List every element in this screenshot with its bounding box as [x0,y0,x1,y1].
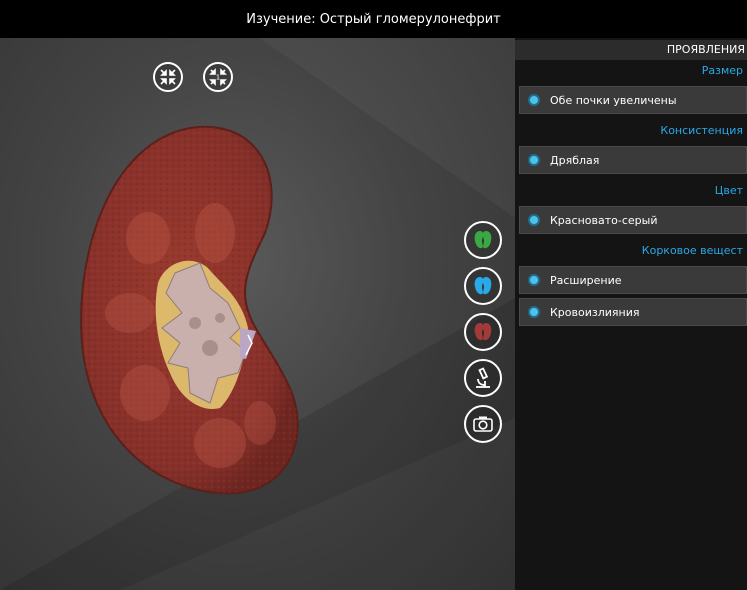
microscope-button[interactable] [464,359,502,397]
bullet-icon [530,276,538,284]
manifestation-label: Дряблая [550,153,600,167]
manifestation-label: Красновато-серый [550,213,658,227]
category-color: Цвет [714,184,743,197]
bullet-icon [530,96,538,104]
fit-view-1-icon: 1 [209,68,227,86]
bullet-icon [530,216,538,224]
manifestations-panel: ПРОЯВЛЕНИЯ Размер Обе почки увеличены Ко… [515,38,747,590]
manifestation-item[interactable]: Кровоизлияния [519,298,747,326]
manifestation-label: Обе почки увеличены [550,93,677,107]
kidney-green-icon [474,231,492,249]
fit-view-1-badge: 1 [216,74,220,82]
kidney-green-button[interactable] [464,221,502,259]
panel-header: ПРОЯВЛЕНИЯ [515,40,747,60]
page-title: Изучение: Острый гломерулонефрит [246,11,501,27]
fit-view-1-button[interactable]: 1 [203,62,233,92]
title-bar: Изучение: Острый гломерулонефрит [0,0,747,38]
category-consistency: Консистенция [660,124,743,137]
manifestation-item[interactable]: Дряблая [519,146,747,174]
kidney-red-button[interactable] [464,313,502,351]
bullet-icon [530,156,538,164]
kidney-red-icon [474,323,492,341]
manifestation-label: Кровоизлияния [550,305,640,319]
manifestation-item[interactable]: Обе почки увеличены [519,86,747,114]
category-size: Размер [701,64,743,77]
bullet-icon [530,308,538,316]
kidney-blue-icon [474,277,492,295]
fit-view-icon [160,69,176,85]
category-cortex: Корковое вещест [641,244,743,257]
camera-icon [473,416,493,432]
manifestation-label: Расширение [550,273,622,287]
manifestation-item[interactable]: Расширение [519,266,747,294]
kidney-model[interactable] [70,123,390,503]
microscope-icon [476,367,490,388]
fit-view-button[interactable] [153,62,183,92]
kidney-blue-button[interactable] [464,267,502,305]
manifestation-item[interactable]: Красновато-серый [519,206,747,234]
3d-viewport[interactable]: 1 [0,38,515,590]
camera-button[interactable] [464,405,502,443]
